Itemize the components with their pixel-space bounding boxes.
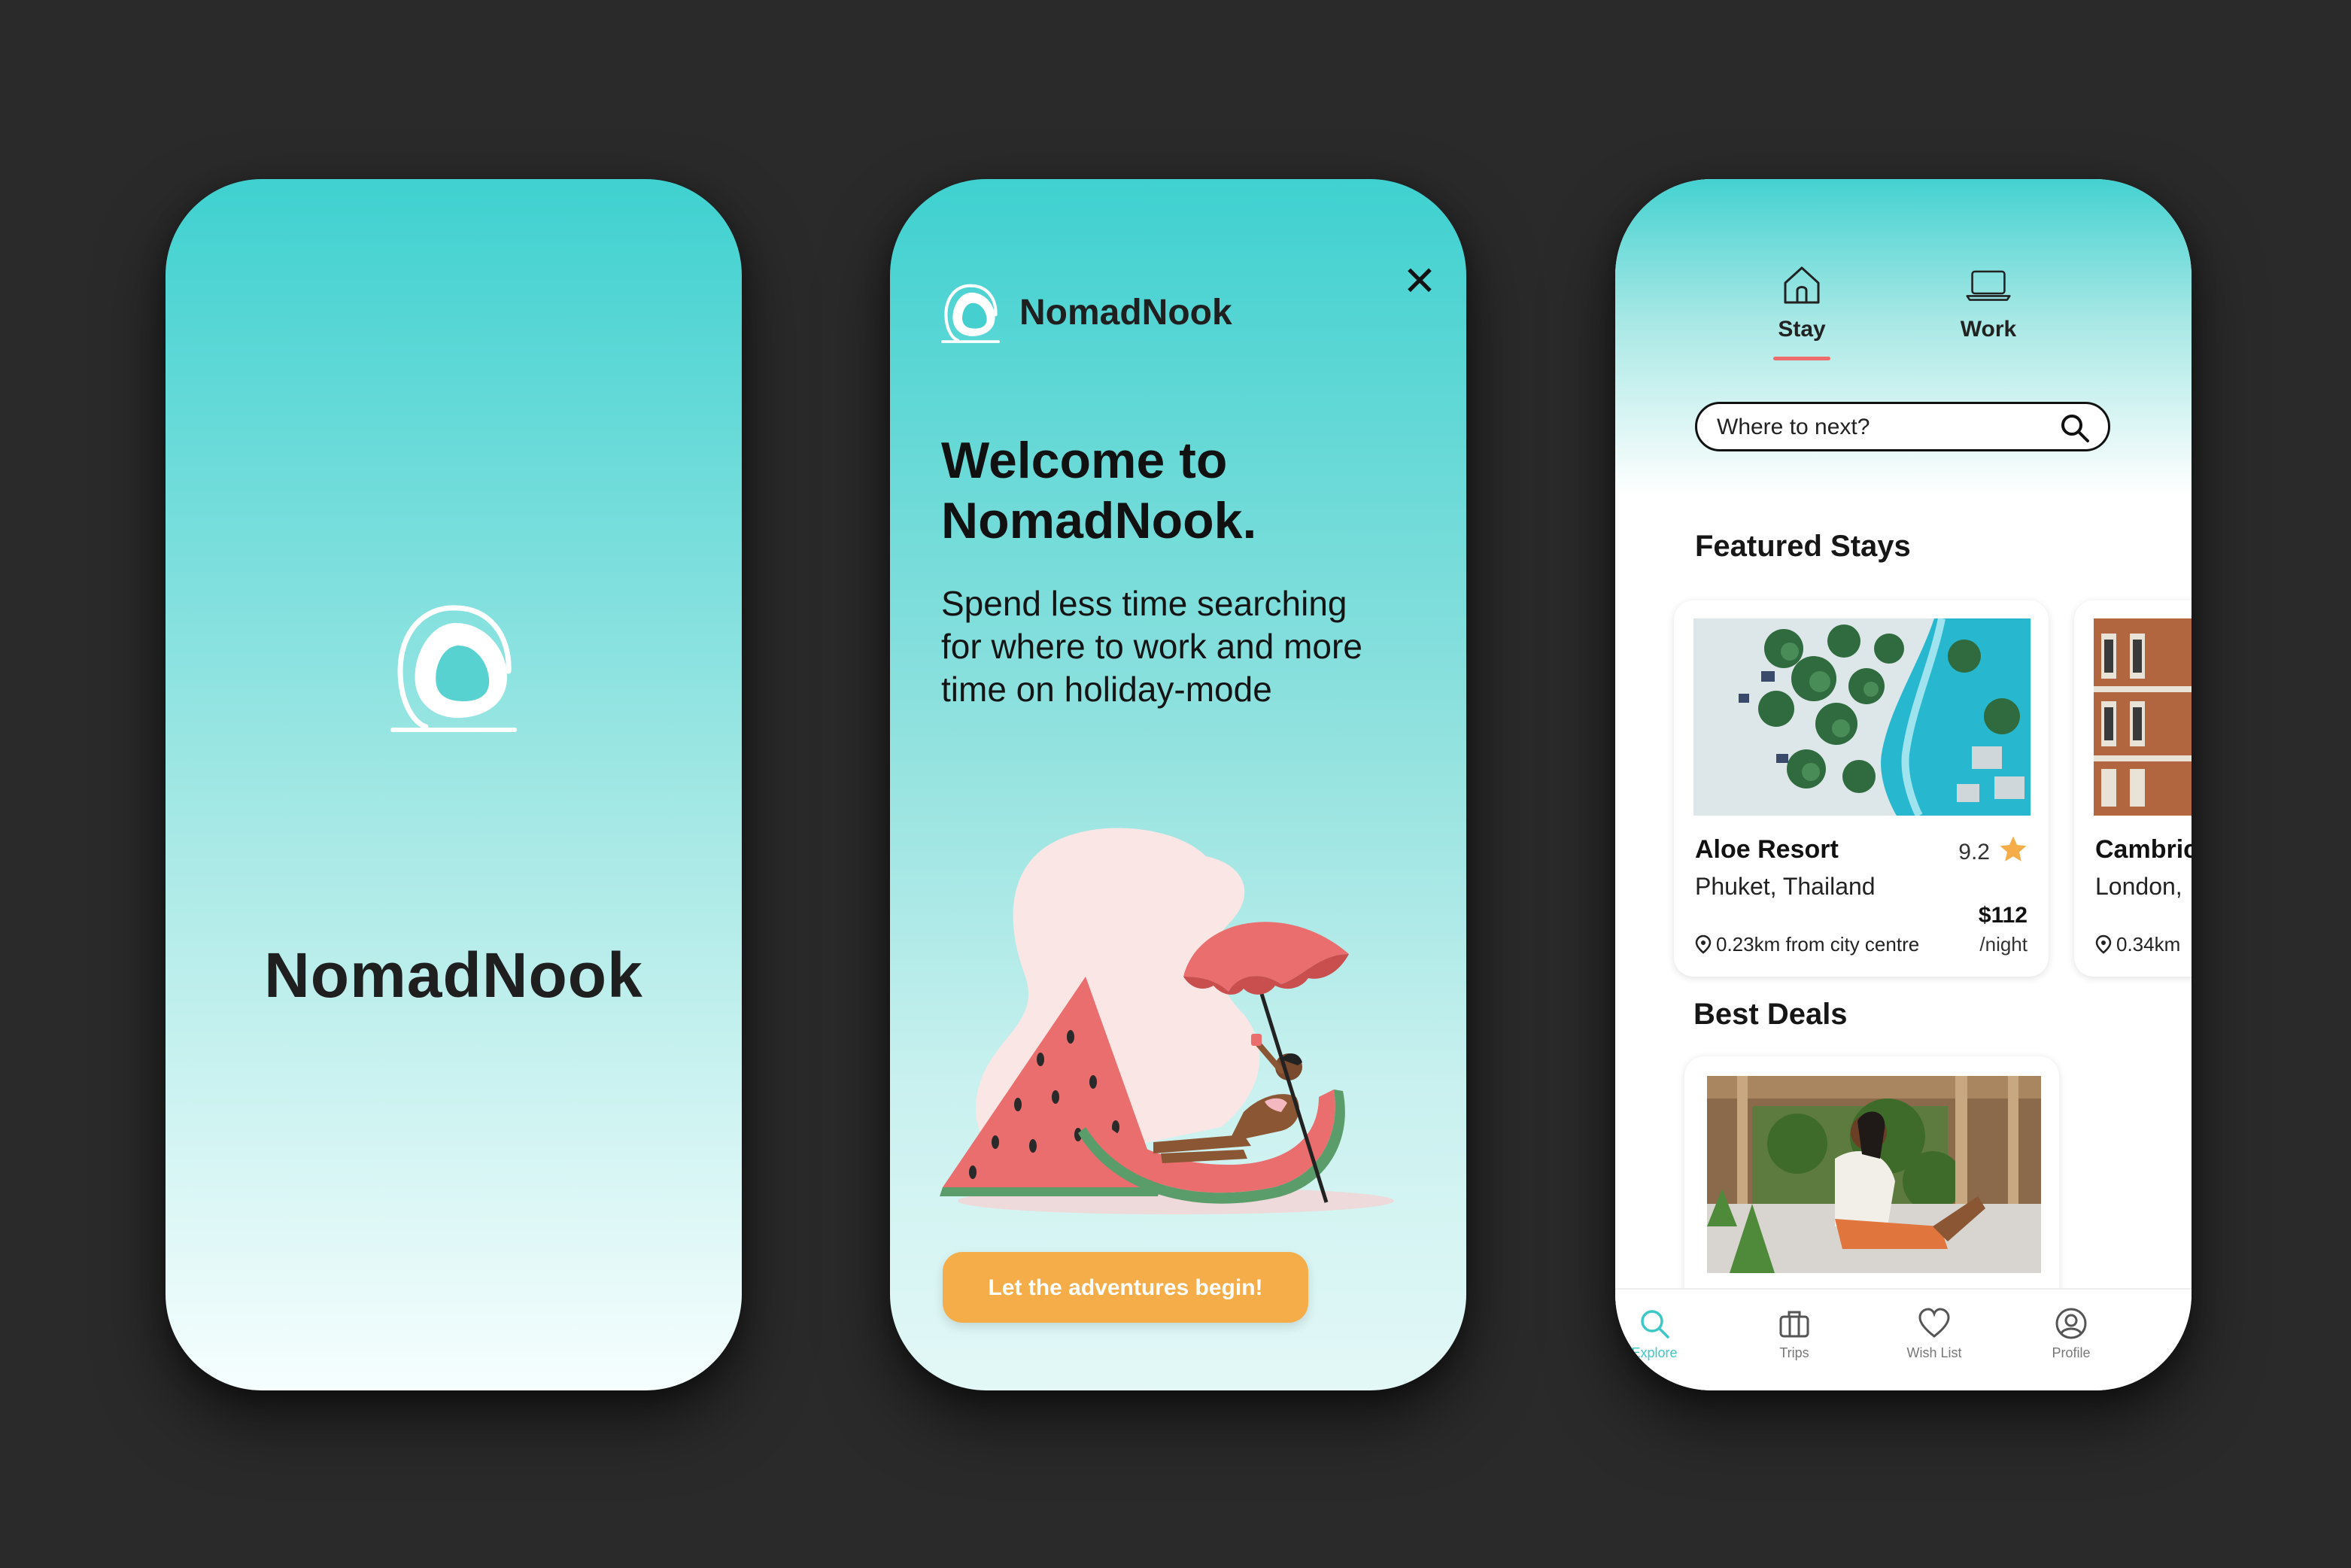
star-icon xyxy=(2000,836,2027,861)
tab-work-label: Work xyxy=(1960,317,2017,342)
laptop-icon xyxy=(1966,270,2011,301)
beach-watermelon-illustration xyxy=(940,828,1394,1214)
nav-profile[interactable]: Profile xyxy=(2026,1306,2116,1361)
location-pin-icon xyxy=(2095,934,2112,954)
app-name: NomadNook xyxy=(264,940,643,1010)
stay-location: Phuket, Thailand xyxy=(1695,873,1876,900)
tab-stay[interactable]: Stay xyxy=(1749,262,1854,342)
stay-name: Cambric xyxy=(2095,835,2192,864)
stay-rating: 9.2 xyxy=(1958,840,1990,865)
nav-explore-label: Explore xyxy=(1631,1345,1678,1360)
close-icon[interactable]: ✕ xyxy=(1396,257,1444,305)
hanging-egg-chair-icon xyxy=(941,284,1000,343)
search-bar[interactable] xyxy=(1695,402,2110,451)
nav-profile-label: Profile xyxy=(2052,1345,2091,1360)
location-pin-icon xyxy=(1695,934,1712,954)
nav-wish-list[interactable]: Wish List xyxy=(1889,1306,1979,1361)
woman-relaxing-photo xyxy=(1707,1076,2041,1273)
welcome-screen: NomadNook ✕ Welcome to NomadNook. Spend … xyxy=(890,179,1466,1390)
stay-distance: 0.23km from city centre xyxy=(1695,933,1919,956)
best-deals-heading: Best Deals xyxy=(1693,998,1848,1031)
stay-distance-text: 0.34km xyxy=(2116,933,2181,956)
stay-location: London, xyxy=(2095,873,2182,900)
search-icon xyxy=(1641,1310,1669,1339)
stay-name: Aloe Resort xyxy=(1695,835,1839,864)
london-building-photo xyxy=(2094,618,2192,816)
heart-icon xyxy=(1918,1308,1950,1338)
stay-distance: 0.34km xyxy=(2095,933,2180,956)
get-started-button[interactable]: Let the adventures begin! xyxy=(943,1252,1308,1323)
nav-trips[interactable]: Trips xyxy=(1749,1306,1839,1361)
splash-screen: NomadNook xyxy=(166,179,742,1390)
active-tab-indicator xyxy=(1773,357,1830,360)
explore-screen: Stay Work Featured Stays xyxy=(1615,179,2192,1390)
price-unit: /night xyxy=(1979,933,2028,956)
nav-explore[interactable]: Explore xyxy=(1615,1306,1699,1361)
search-icon[interactable] xyxy=(2060,413,2090,443)
brand-name: NomadNook xyxy=(1019,293,1232,333)
welcome-subtitle: Spend less time searching for where to w… xyxy=(941,584,1362,709)
nav-trips-label: Trips xyxy=(1779,1345,1809,1360)
featured-stays-heading: Featured Stays xyxy=(1695,530,1911,563)
briefcase-icon xyxy=(1779,1311,1809,1338)
house-icon xyxy=(1784,266,1820,304)
stay-price: $112 xyxy=(1978,903,2028,928)
deal-card[interactable] xyxy=(1684,1056,2059,1327)
tab-work[interactable]: Work xyxy=(1936,262,2041,342)
stay-card[interactable]: Aloe Resort 9.2 Phuket, Thailand $112 /n… xyxy=(1674,600,2049,977)
hanging-egg-chair-icon xyxy=(390,605,517,732)
nav-wish-list-label: Wish List xyxy=(1906,1345,1962,1360)
stay-distance-text: 0.23km from city centre xyxy=(1716,933,1920,956)
tab-stay-label: Stay xyxy=(1778,317,1826,342)
stay-card[interactable]: Cambric London, 0.34km xyxy=(2074,600,2192,977)
resort-aerial-photo xyxy=(1693,618,2031,816)
bottom-navigation: Explore Trips Wish List Profile xyxy=(1615,1288,2192,1390)
welcome-title: Welcome to NomadNook. xyxy=(941,432,1257,549)
search-input[interactable] xyxy=(1715,410,2049,445)
user-circle-icon xyxy=(2055,1308,2087,1339)
